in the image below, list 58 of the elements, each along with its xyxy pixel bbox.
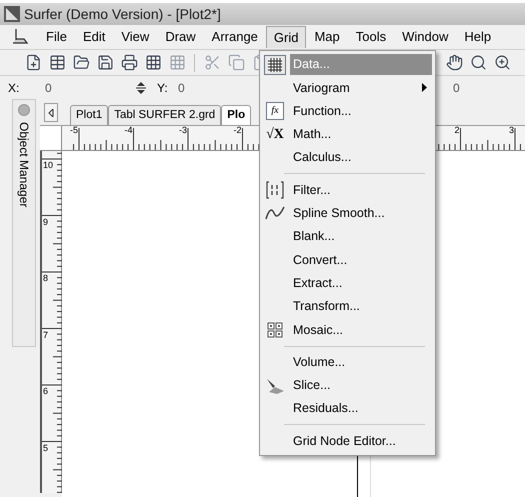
menu-item[interactable]: Filter...: [290, 180, 432, 201]
ruler-label: 9: [43, 218, 48, 226]
menu-item[interactable]: Spline Smooth...: [290, 202, 432, 224]
menu-item[interactable]: Calculus...: [290, 147, 432, 168]
document-tab[interactable]: Tabl SURFER 2.grd: [108, 105, 222, 125]
menu-item[interactable]: Function...: [290, 100, 432, 122]
menu-bar-item[interactable]: Tools: [348, 26, 394, 48]
ruler-label: -5: [70, 126, 78, 135]
menu-bar-item[interactable]: File: [38, 26, 75, 48]
spinner-icon[interactable]: [135, 80, 147, 96]
curve-icon: [265, 205, 285, 222]
x-label: X:: [8, 80, 20, 96]
ruler-label: 5: [43, 444, 48, 452]
menu-bar-item[interactable]: Help: [456, 26, 500, 48]
menu-item[interactable]: Math...: [290, 124, 432, 146]
scroll-left-button[interactable]: [44, 103, 58, 122]
ruler-label: -2: [233, 126, 242, 135]
slice-icon: [265, 376, 285, 394]
document-tab[interactable]: Plot1: [70, 105, 108, 125]
menu-bar-item[interactable]: Grid: [266, 26, 306, 48]
y-value: 0: [178, 80, 185, 96]
ruler-label: 6: [43, 387, 48, 396]
app-icon: [4, 6, 20, 22]
menu-bar-item[interactable]: Arrange: [204, 26, 266, 48]
menu-bar-item[interactable]: View: [113, 26, 158, 48]
menu-item[interactable]: Slice...: [290, 375, 432, 396]
menu-item[interactable]: Blank...: [290, 226, 432, 248]
menu-bar-item[interactable]: Edit: [74, 26, 114, 48]
menu-item[interactable]: Grid Node Editor...: [290, 430, 432, 452]
document-tab[interactable]: Plo: [221, 105, 252, 125]
grid-icon: [264, 54, 286, 75]
mosaic-icon: [267, 322, 283, 338]
object-manager-tab[interactable]: Object Manager: [12, 99, 36, 347]
function-icon: fx: [266, 102, 284, 120]
ruler-label: -3: [178, 126, 187, 135]
ruler-label: 7: [43, 330, 48, 340]
y-label: Y:: [157, 80, 169, 96]
x-value: 0: [45, 80, 53, 96]
matrix-icon: [266, 181, 284, 200]
ruler-label: 8: [43, 274, 48, 283]
left-arrow-icon: [48, 108, 54, 116]
menu-bar-item[interactable]: Map: [306, 26, 348, 48]
menu-item[interactable]: Volume...: [290, 352, 432, 373]
ruler-label: -4: [124, 126, 132, 135]
root-icon: √X: [266, 128, 284, 142]
window-title: Surfer (Demo Version) - [Plot2*]: [24, 4, 221, 24]
coordinate-value: 0: [453, 80, 461, 96]
menu-item[interactable]: Mosaic...: [290, 319, 432, 340]
menu-bar-item[interactable]: Draw: [157, 26, 204, 48]
ruler-label: 10: [43, 161, 54, 170]
menu-item[interactable]: Extract...: [290, 272, 432, 294]
menu-item[interactable]: Convert...: [290, 250, 432, 271]
menu-item[interactable]: Residuals...: [290, 398, 432, 420]
ruler-label: 3: [508, 126, 514, 135]
menu-item[interactable]: Transform...: [290, 296, 432, 318]
menu-item[interactable]: Variogram: [290, 77, 432, 98]
menu-bar-item[interactable]: Window: [394, 26, 456, 48]
ruler-label: 2: [454, 126, 460, 135]
